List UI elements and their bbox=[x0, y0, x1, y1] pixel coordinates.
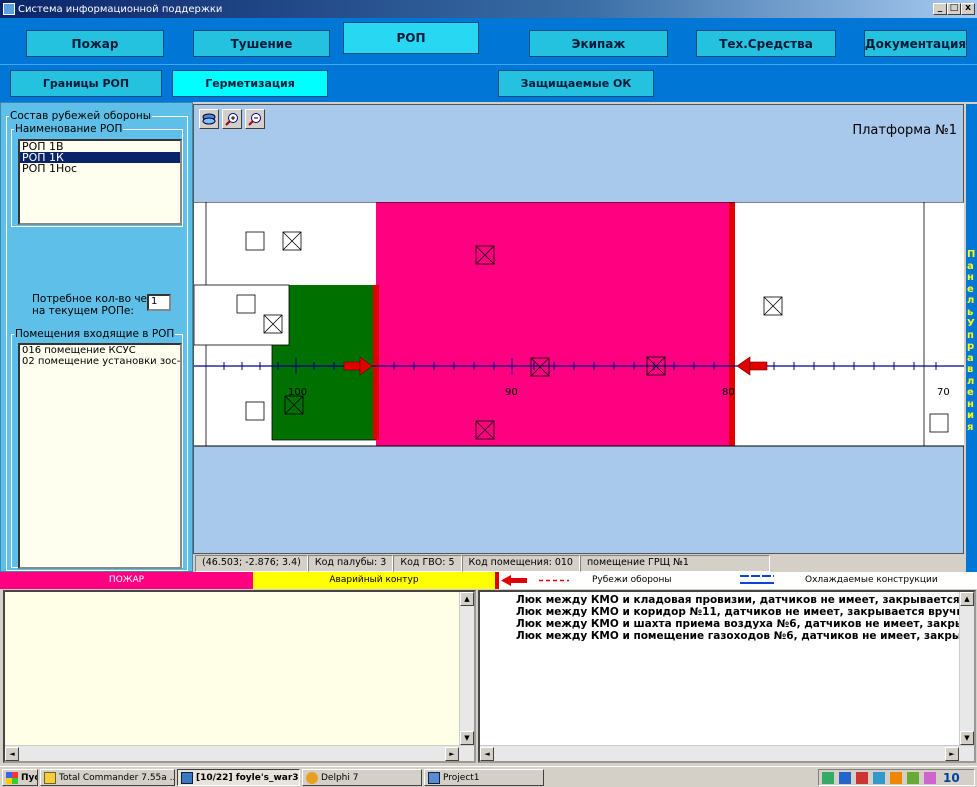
list-item[interactable]: РОП 1Нос bbox=[20, 163, 180, 174]
scroll-down-button[interactable]: ▼ bbox=[460, 731, 474, 745]
sub-tab-bar: Границы РОП Герметизация Защищаемые ОК bbox=[0, 64, 977, 102]
start-button[interactable]: Пуск bbox=[2, 769, 38, 786]
legend-bar: ПОЖАР Аварийный контур Рубежи обороны Ох… bbox=[0, 572, 977, 589]
notes-textarea[interactable]: ▲ ▼ ◄ ► bbox=[3, 590, 476, 763]
window-title-bar: Система информационной поддержки _ □ x bbox=[0, 0, 977, 18]
media-icon bbox=[181, 771, 193, 784]
frame-label-70: 70 bbox=[937, 387, 950, 398]
scroll-right-button[interactable]: ► bbox=[945, 747, 959, 761]
zoom-out-icon[interactable] bbox=[245, 109, 265, 129]
frame-label-80: 80 bbox=[722, 387, 735, 398]
list-item[interactable]: 016 помещение КСУС bbox=[20, 345, 180, 356]
status-gvo: Код ГВО: 5 bbox=[393, 555, 462, 572]
messages-textarea[interactable]: Люк между КМО и кладовая провизии, датчи… bbox=[478, 590, 976, 763]
delphi-icon bbox=[306, 771, 318, 784]
scroll-left-button[interactable]: ◄ bbox=[5, 747, 19, 761]
close-button[interactable]: x bbox=[961, 3, 975, 15]
defense-group-title: Состав рубежей обороны bbox=[10, 110, 152, 122]
tab-tech[interactable]: Тех.Средства bbox=[696, 30, 836, 57]
legend-cooled: Охлаждаемые конструкции bbox=[805, 575, 938, 585]
clock[interactable]: 10 bbox=[943, 771, 960, 785]
legend-defense-swatch bbox=[501, 575, 569, 586]
deck-plan-view[interactable]: Платформа №1 100 90 80 70 bbox=[193, 104, 964, 554]
total-commander-icon bbox=[44, 771, 56, 784]
frame-label-100: 100 bbox=[288, 387, 308, 398]
rop-listbox[interactable]: РОП 1В РОП 1К РОП 1Нос bbox=[18, 139, 182, 225]
people-label: Потребное кол-во чел на текущем РОПе: bbox=[32, 293, 154, 317]
deck-plan-drawing bbox=[194, 202, 964, 447]
list-item[interactable]: 02 помещение установки зос-5 bbox=[20, 356, 180, 367]
tab-fire[interactable]: Пожар bbox=[26, 30, 164, 57]
scroll-down-button[interactable]: ▼ bbox=[960, 731, 974, 745]
app-icon bbox=[3, 3, 15, 15]
rop-names-title: Наименование РОП bbox=[15, 123, 123, 135]
window-title: Система информационной поддержки bbox=[18, 3, 223, 15]
taskbar-foyles-war[interactable]: [10/22] foyle's_war3... bbox=[177, 769, 300, 786]
message-line: Люк между КМО и помещение газоходов №6, … bbox=[516, 630, 974, 642]
scroll-right-button[interactable]: ► bbox=[445, 747, 459, 761]
minimize-button[interactable]: _ bbox=[933, 3, 947, 15]
subtab-sealing[interactable]: Герметизация bbox=[172, 70, 328, 97]
legend-defense: Рубежи обороны bbox=[592, 575, 672, 585]
horizontal-scrollbar[interactable]: ◄ ► bbox=[480, 745, 974, 761]
legend-fire: ПОЖАР bbox=[0, 572, 253, 589]
fire-zone bbox=[376, 202, 731, 446]
message-line: Люк между КМО и коридор №11, датчиков не… bbox=[516, 606, 974, 618]
tray-sync-icon[interactable] bbox=[873, 771, 885, 784]
project-icon bbox=[428, 771, 440, 784]
status-room-name: помещение ГРЩ №1 bbox=[579, 555, 770, 572]
status-deck: Код палубы: 3 bbox=[307, 555, 394, 572]
legend-emergency: Аварийный контур bbox=[253, 572, 495, 589]
message-line: Люк между КМО и шахта приема воздуха №6,… bbox=[516, 618, 974, 630]
status-bar: (46.503; -2.876; 3.4) Код палубы: 3 Код … bbox=[195, 555, 965, 572]
defense-line-left bbox=[373, 285, 379, 440]
system-tray: 10 bbox=[818, 769, 975, 786]
tab-extinguishing[interactable]: Тушение bbox=[193, 30, 330, 57]
maximize-button[interactable]: □ bbox=[947, 3, 961, 15]
tray-shield-icon[interactable] bbox=[856, 771, 868, 784]
tab-rop[interactable]: РОП bbox=[343, 22, 479, 54]
left-panel: Состав рубежей обороны Наименование РОП … bbox=[0, 102, 193, 572]
defense-line-right bbox=[729, 202, 735, 446]
people-count-input[interactable]: 1 bbox=[147, 294, 171, 311]
taskbar-project1[interactable]: Project1 bbox=[424, 769, 544, 786]
tray-battery-icon[interactable] bbox=[907, 771, 919, 784]
message-line: Люк между КМО и кладовая провизии, датчи… bbox=[516, 594, 974, 606]
tray-app-icon[interactable] bbox=[839, 771, 851, 784]
scroll-up-button[interactable]: ▲ bbox=[460, 592, 474, 606]
tray-network-icon[interactable] bbox=[822, 771, 834, 784]
frame-label-90: 90 bbox=[505, 387, 518, 398]
tab-crew[interactable]: Экипаж bbox=[529, 30, 668, 57]
legend-cooled-swatch bbox=[740, 575, 774, 584]
main-tab-bar: Пожар Тушение РОП Экипаж Тех.Средства До… bbox=[0, 18, 977, 64]
tray-volume-icon[interactable] bbox=[890, 771, 902, 784]
tray-misc-icon[interactable] bbox=[924, 771, 936, 784]
taskbar-total-commander[interactable]: Total Commander 7.55a ... bbox=[40, 769, 175, 786]
platform-title: Платформа №1 bbox=[852, 123, 957, 138]
status-coords: (46.503; -2.876; 3.4) bbox=[195, 555, 308, 572]
subtab-protected[interactable]: Защищаемые ОК bbox=[498, 70, 654, 97]
layers-icon[interactable] bbox=[199, 109, 219, 129]
scroll-up-button[interactable]: ▲ bbox=[960, 592, 974, 606]
rooms-title: Помещения входящие в РОП bbox=[15, 328, 175, 340]
control-panel-collapsed[interactable]: П а н е л ь У п р а в л е н и я bbox=[966, 104, 977, 572]
taskbar-delphi[interactable]: Delphi 7 bbox=[302, 769, 422, 786]
tab-docs[interactable]: Документация bbox=[864, 30, 967, 57]
horizontal-scrollbar[interactable]: ◄ ► bbox=[5, 745, 474, 761]
rooms-listbox[interactable]: 016 помещение КСУС 02 помещение установк… bbox=[18, 343, 182, 569]
subtab-rop-borders[interactable]: Границы РОП bbox=[10, 70, 162, 97]
status-room-code: Код помещения: 010 bbox=[461, 555, 580, 572]
taskbar: Пуск Total Commander 7.55a ... [10/22] f… bbox=[0, 766, 977, 787]
windows-logo-icon bbox=[6, 771, 18, 784]
zoom-in-icon[interactable] bbox=[222, 109, 242, 129]
view-toolbar bbox=[199, 109, 265, 129]
scroll-left-button[interactable]: ◄ bbox=[480, 747, 494, 761]
control-panel-label: П а н е л ь У п р а в л е н и я bbox=[967, 249, 976, 433]
